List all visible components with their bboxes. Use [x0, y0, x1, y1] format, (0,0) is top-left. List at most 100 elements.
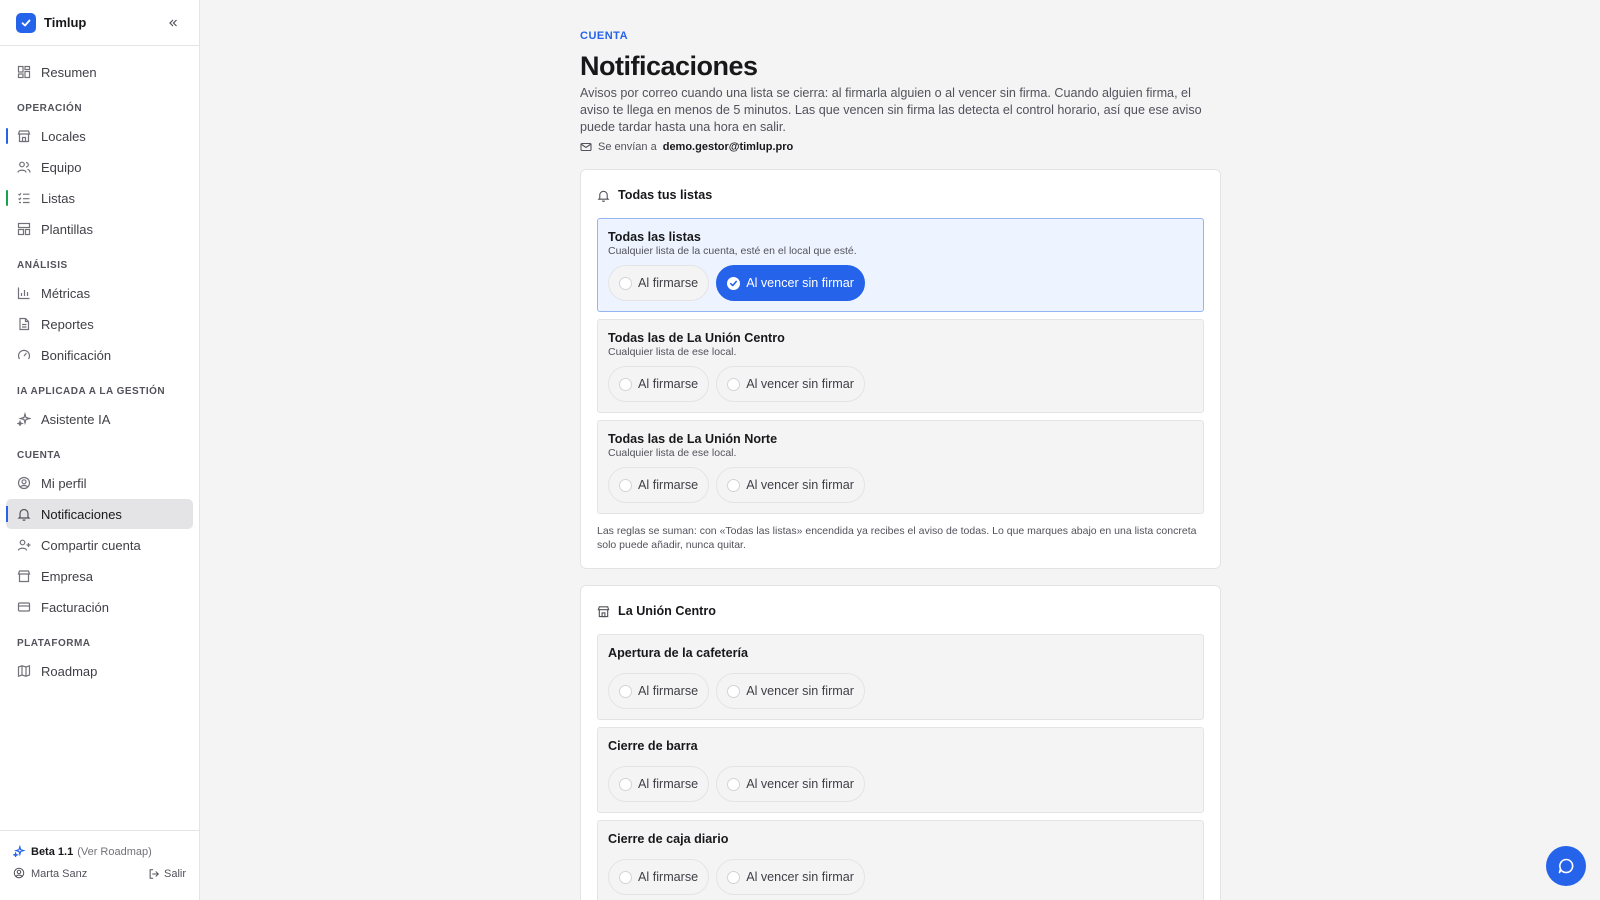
sidebar-item-listas[interactable]: Listas	[6, 183, 193, 213]
sidebar-item-compartir-cuenta[interactable]: Compartir cuenta	[6, 530, 193, 560]
checklist-icon	[17, 191, 31, 205]
sidebar-item-roadmap[interactable]: Roadmap	[6, 656, 193, 686]
option-on-sign[interactable]: Al firmarse	[608, 265, 710, 301]
rule-options: Al firmarse Al vencer sin firmar	[608, 673, 1193, 709]
card-title: La Unión Centro	[618, 604, 716, 618]
option-label: Al firmarse	[638, 777, 699, 791]
rule-title: Todas las listas	[608, 230, 701, 244]
mail-icon	[580, 141, 592, 153]
dashboard-icon	[17, 65, 31, 79]
sidebar-item-label: Equipo	[41, 159, 82, 175]
radio-empty-icon	[727, 377, 741, 391]
rule-subtitle: Cualquier lista de ese local.	[608, 346, 737, 358]
option-label: Al firmarse	[638, 377, 699, 391]
sidebar-item-label: Locales	[41, 128, 86, 144]
sidebar-item-equipo[interactable]: Equipo	[6, 152, 193, 182]
rule-title: Todas las de La Unión Centro	[608, 331, 785, 345]
user-circle-icon	[17, 476, 31, 490]
sidebar-item-reportes[interactable]: Reportes	[6, 309, 193, 339]
bell-icon	[597, 189, 610, 202]
roadmap-link[interactable]: (Ver Roadmap)	[77, 846, 152, 858]
radio-empty-icon	[727, 478, 741, 492]
recipient-email: demo.gestor@timlup.pro	[662, 141, 794, 153]
option-label: Al vencer sin firmar	[746, 276, 854, 290]
bar-chart-icon	[17, 286, 31, 300]
rules-note: Las reglas se suman: con «Todas las list…	[597, 525, 1197, 551]
option-label: Al vencer sin firmar	[746, 870, 854, 884]
list-rule: Apertura de la cafetería Al firmarse Al …	[597, 634, 1204, 720]
option-label: Al vencer sin firmar	[746, 777, 854, 791]
option-on-expire[interactable]: Al vencer sin firmar	[716, 265, 865, 301]
radio-empty-icon	[619, 777, 632, 791]
users-icon	[17, 160, 31, 174]
rule-options: Al firmarse Al vencer sin firmar	[608, 265, 1193, 301]
sidebar-item-label: Bonificación	[41, 347, 112, 363]
sidebar-item-asistente-ia[interactable]: Asistente IA	[6, 404, 193, 434]
list-rule: Cierre de caja diario Al firmarse Al ven…	[597, 820, 1204, 900]
sidebar-item-label: Asistente IA	[41, 411, 111, 427]
rule-options: Al firmarse Al vencer sin firmar	[608, 467, 1193, 503]
logo-check-icon	[16, 12, 36, 33]
location-card: La Unión Centro Apertura de la cafetería…	[580, 585, 1221, 900]
sidebar-item-facturacion[interactable]: Facturación	[6, 592, 193, 622]
rule-subtitle: Cualquier lista de ese local.	[608, 447, 737, 459]
option-on-sign[interactable]: Al firmarse	[608, 467, 710, 503]
user-row: Marta Sanz Salir	[13, 863, 186, 885]
sidebar-item-locales[interactable]: Locales	[6, 121, 193, 151]
option-label: Al firmarse	[638, 276, 699, 290]
option-on-expire[interactable]: Al vencer sin firmar	[716, 467, 865, 503]
store-icon	[17, 129, 31, 143]
radio-empty-icon	[619, 478, 632, 492]
sidebar-item-label: Roadmap	[41, 663, 98, 679]
store-icon	[597, 605, 610, 618]
logout-button[interactable]: Salir	[148, 868, 186, 880]
option-on-sign[interactable]: Al firmarse	[608, 673, 710, 709]
option-on-expire[interactable]: Al vencer sin firmar	[716, 673, 865, 709]
sidebar-item-empresa[interactable]: Empresa	[6, 561, 193, 591]
page-eyebrow: CUENTA	[580, 30, 629, 42]
option-on-sign[interactable]: Al firmarse	[608, 859, 710, 895]
sidebar-item-metricas[interactable]: Métricas	[6, 278, 193, 308]
option-label: Al firmarse	[638, 870, 699, 884]
user-plus-icon	[17, 538, 31, 552]
radio-empty-icon	[619, 276, 632, 290]
radio-empty-icon	[619, 684, 632, 698]
option-on-sign[interactable]: Al firmarse	[608, 766, 710, 802]
sidebar-item-plantillas[interactable]: Plantillas	[6, 214, 193, 244]
sidebar-item-label: Resumen	[41, 64, 97, 80]
rule-title: Apertura de la cafetería	[608, 646, 748, 660]
option-label: Al firmarse	[638, 478, 699, 492]
sparkles-icon	[12, 844, 26, 860]
section-label-cuenta: CUENTA	[17, 449, 61, 461]
check-circle-icon	[727, 276, 741, 290]
option-label: Al vencer sin firmar	[746, 478, 854, 492]
collapse-sidebar-icon[interactable]	[163, 13, 183, 33]
rule-title: Cierre de barra	[608, 739, 698, 753]
chat-button[interactable]	[1546, 846, 1586, 886]
rule-subtitle: Cualquier lista de la cuenta, esté en el…	[608, 245, 857, 257]
recipient-label: Se envían a	[598, 141, 657, 153]
version-label: Beta 1.1	[31, 846, 74, 858]
page-title: Notificaciones	[580, 51, 758, 81]
sidebar-item-label: Notificaciones	[41, 506, 122, 522]
sidebar: Timlup Resumen OPERACIÓN Locales Equipo …	[0, 0, 200, 900]
list-rule: Cierre de barra Al firmarse Al vencer si…	[597, 727, 1204, 813]
sidebar-item-notificaciones[interactable]: Notificaciones	[6, 499, 193, 529]
option-on-expire[interactable]: Al vencer sin firmar	[716, 766, 865, 802]
chat-bubble-icon	[1557, 857, 1575, 875]
option-on-expire[interactable]: Al vencer sin firmar	[716, 859, 865, 895]
option-on-expire[interactable]: Al vencer sin firmar	[716, 366, 865, 402]
option-label: Al vencer sin firmar	[746, 684, 854, 698]
credit-card-icon	[17, 600, 31, 614]
gauge-icon	[17, 348, 31, 362]
option-label: Al vencer sin firmar	[746, 377, 854, 391]
user-circle-icon	[13, 867, 25, 882]
map-icon	[17, 664, 31, 678]
sidebar-item-bonificacion[interactable]: Bonificación	[6, 340, 193, 370]
sidebar-footer: Beta 1.1 (Ver Roadmap) Marta Sanz Salir	[0, 830, 199, 900]
sidebar-item-label: Reportes	[41, 316, 94, 332]
sidebar-item-resumen[interactable]: Resumen	[6, 57, 193, 87]
option-on-sign[interactable]: Al firmarse	[608, 366, 710, 402]
rule-options: Al firmarse Al vencer sin firmar	[608, 859, 1193, 895]
sidebar-item-mi-perfil[interactable]: Mi perfil	[6, 468, 193, 498]
